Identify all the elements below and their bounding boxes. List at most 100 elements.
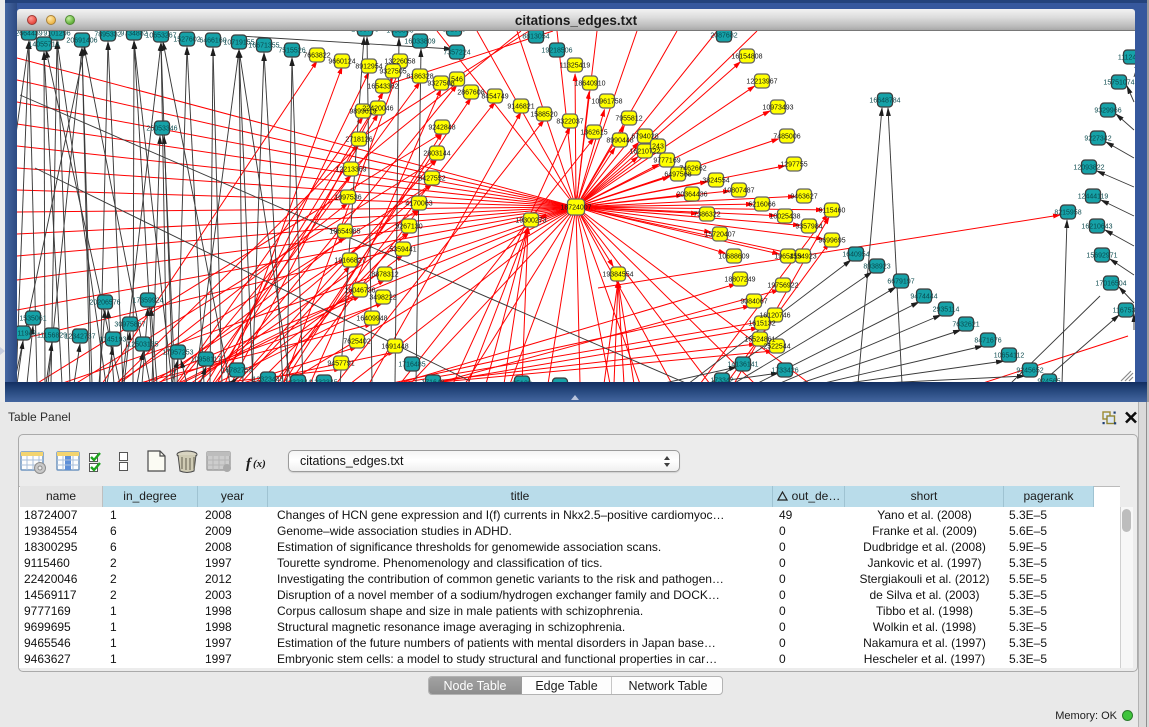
svg-text:3498222: 3498222 <box>369 295 396 302</box>
svg-text:2718126: 2718126 <box>345 137 372 144</box>
svg-text:546: 546 <box>451 77 463 84</box>
svg-text:1527602: 1527602 <box>173 37 200 44</box>
svg-text:9115460: 9115460 <box>819 208 846 215</box>
svg-text:19756922: 19756922 <box>767 283 798 290</box>
svg-text:5359441: 5359441 <box>389 247 416 254</box>
svg-text:9329966: 9329966 <box>1094 108 1121 115</box>
svg-text:12093822: 12093822 <box>1073 165 1104 172</box>
svg-text:30975867: 30975867 <box>114 322 145 329</box>
svg-text:15720407: 15720407 <box>704 232 735 239</box>
svg-text:9245652: 9245652 <box>1016 368 1043 375</box>
svg-text:1003380: 1003380 <box>386 31 413 35</box>
svg-text:2053783: 2053783 <box>351 31 378 34</box>
svg-text:8427552: 8427552 <box>418 176 445 183</box>
svg-text:10654112: 10654112 <box>994 353 1025 360</box>
svg-text:10961758: 10961758 <box>591 99 622 106</box>
svg-text:7663822: 7663822 <box>303 53 330 60</box>
svg-text:16154808: 16154808 <box>731 54 762 61</box>
svg-text:7955812: 7955812 <box>615 116 642 123</box>
svg-text:9357984: 9357984 <box>795 224 822 231</box>
svg-text:16648784: 16648784 <box>869 98 900 105</box>
svg-text:9242848: 9242848 <box>428 125 455 132</box>
svg-text:1640954: 1640954 <box>842 252 869 259</box>
svg-text:8454749: 8454749 <box>481 94 508 101</box>
svg-text:1232344: 1232344 <box>284 380 311 383</box>
svg-text:95130: 95130 <box>512 381 532 383</box>
svg-text:8322037: 8322037 <box>556 119 583 126</box>
svg-text:12213967: 12213967 <box>746 79 777 86</box>
svg-text:8990448: 8990448 <box>606 138 633 145</box>
svg-text:171648: 171648 <box>421 380 444 383</box>
svg-text:8813054: 8813054 <box>522 34 549 41</box>
svg-text:9463627: 9463627 <box>790 194 817 201</box>
svg-text:17359924: 17359924 <box>132 298 163 305</box>
svg-text:(x): (x) <box>253 458 266 470</box>
svg-text:12444119: 12444119 <box>1078 194 1109 201</box>
svg-text:12213369: 12213369 <box>335 167 366 174</box>
svg-text:17016504: 17016504 <box>1095 281 1126 288</box>
svg-text:1716485: 1716485 <box>398 362 425 369</box>
svg-text:26053346: 26053346 <box>146 126 177 133</box>
svg-text:7515526: 7515526 <box>278 48 305 55</box>
svg-text:881305: 881305 <box>442 31 465 34</box>
svg-text:16033809: 16033809 <box>404 39 435 46</box>
svg-text:9734882: 9734882 <box>120 31 147 38</box>
svg-text:11325419: 11325419 <box>560 63 591 70</box>
svg-text:1615132: 1615132 <box>748 321 775 328</box>
svg-text:10807487: 10807487 <box>723 188 754 195</box>
svg-text:16409948: 16409948 <box>356 316 387 323</box>
svg-text:19218506: 19218506 <box>541 48 572 55</box>
svg-text:1691448: 1691448 <box>381 344 408 351</box>
svg-text:19654985: 19654985 <box>329 229 360 236</box>
svg-text:9660124: 9660124 <box>328 59 355 66</box>
svg-text:16543362: 16543362 <box>367 84 398 91</box>
svg-text:9699695: 9699695 <box>818 238 845 245</box>
svg-text:16120746: 16120746 <box>759 313 790 320</box>
svg-text:8186328: 8186328 <box>406 74 433 81</box>
svg-text:7357224: 7357224 <box>443 50 470 57</box>
svg-text:1167535: 1167535 <box>1113 308 1135 315</box>
svg-text:9227342: 9227342 <box>1084 136 1111 143</box>
svg-text:10958117: 10958117 <box>191 357 222 364</box>
svg-text:17957253: 17957253 <box>162 350 193 357</box>
svg-text:12323448: 12323448 <box>252 377 283 383</box>
svg-text:19166827: 19166827 <box>334 258 365 265</box>
svg-text:9267130: 9267130 <box>395 224 422 231</box>
svg-text:10653267: 10653267 <box>145 33 176 40</box>
svg-text:2087682: 2087682 <box>710 33 737 40</box>
svg-text:2664439: 2664439 <box>17 31 43 38</box>
svg-text:2935114: 2935114 <box>933 307 960 314</box>
svg-text:16210643: 16210643 <box>1081 224 1112 231</box>
svg-text:7895332: 7895332 <box>94 32 121 39</box>
svg-text:1112434: 1112434 <box>1118 55 1135 62</box>
svg-text:8471676: 8471676 <box>974 338 1001 345</box>
svg-text:8938923: 8938923 <box>863 264 890 271</box>
svg-text:20364436: 20364436 <box>676 192 707 199</box>
svg-text:10025438: 10025438 <box>769 214 800 221</box>
svg-text:6794028: 6794028 <box>631 134 658 141</box>
svg-text:13226058: 13226058 <box>384 59 415 66</box>
svg-text:1588520: 1588520 <box>530 112 557 119</box>
svg-text:4170063: 4170063 <box>405 201 432 208</box>
svg-text:7485006: 7485006 <box>773 134 800 141</box>
svg-text:10688609: 10688609 <box>718 254 749 261</box>
svg-text:19300273: 19300273 <box>515 218 546 225</box>
svg-text:15751074: 15751074 <box>1103 80 1134 87</box>
svg-text:11156829: 11156829 <box>37 333 67 340</box>
svg-text:18724007: 18724007 <box>560 205 591 212</box>
svg-text:1297755: 1297755 <box>780 162 807 169</box>
svg-text:9084067: 9084067 <box>740 299 767 306</box>
svg-text:9327505: 9327505 <box>379 69 406 76</box>
svg-text:8878312: 8878312 <box>371 272 398 279</box>
svg-text:8215958: 8215958 <box>1054 210 1081 217</box>
svg-text:9777169: 9777169 <box>653 158 680 165</box>
svg-text:18640910: 18640910 <box>574 81 605 88</box>
svg-text:16524861: 16524861 <box>744 337 775 344</box>
svg-text:7386322: 7386322 <box>693 212 720 219</box>
svg-text:19384554: 19384554 <box>602 272 633 279</box>
svg-text:1535061: 1535061 <box>19 316 46 323</box>
svg-text:6497568: 6497568 <box>664 172 691 179</box>
svg-text:15692971: 15692971 <box>1086 253 1117 260</box>
svg-text:f: f <box>246 456 253 472</box>
svg-text:3824554: 3824554 <box>702 178 729 185</box>
